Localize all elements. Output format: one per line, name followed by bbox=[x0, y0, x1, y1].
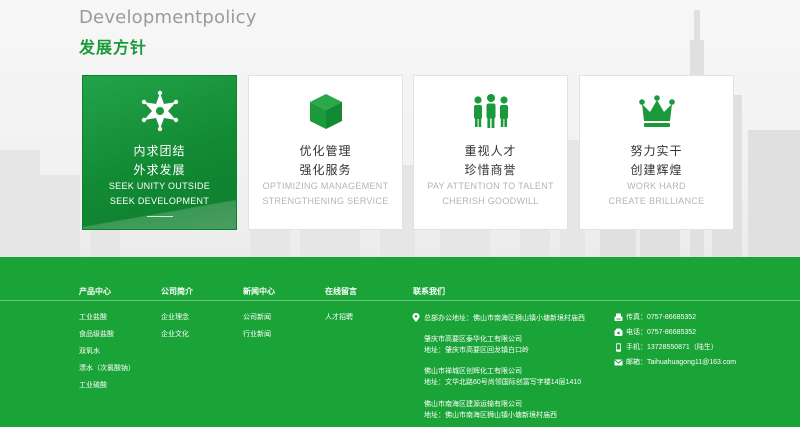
development-policy-section: Developmentpolicy 发展方针 内求团结 外求发展 SEEK UN… bbox=[0, 0, 800, 257]
phone-text: 电话：0757-86685352 bbox=[626, 329, 697, 336]
footer-link[interactable]: 企业文化 bbox=[161, 330, 189, 347]
cube-icon bbox=[310, 94, 342, 129]
card-underline bbox=[147, 216, 173, 217]
fax-text: 传真：0757-86685352 bbox=[626, 314, 697, 321]
contact-company-name: 肇庆市高要区泰华化工有限公司 bbox=[424, 336, 522, 343]
section-title-chinese: 发展方针 bbox=[79, 38, 148, 57]
card-subtitle-line1: SEEK UNITY OUTSIDE bbox=[108, 181, 211, 191]
contact-branch-transport: 佛山市南海区建源运输有限公司 地址：佛山市南海区狮山镇小塘新境村庙西 bbox=[424, 399, 557, 421]
footer-news-links: 公司新闻 行业新闻 bbox=[243, 313, 271, 347]
footer-link[interactable]: 双氧水 bbox=[79, 347, 135, 364]
card-title-line2: 珍惜商誉 bbox=[464, 163, 517, 177]
footer-link[interactable]: 漂水（次氯酸钠） bbox=[79, 364, 135, 381]
policy-card-hard-work[interactable]: 努力实干 创建辉煌 WORK HARD CREATE BRILLIANCE bbox=[579, 75, 734, 230]
card-subtitle-line2: SEEK DEVELOPMENT bbox=[109, 196, 210, 206]
contact-hq: 总部办公地址：佛山市南海区狮山镇小塘新境村庙西 bbox=[424, 313, 585, 324]
card-subtitle-line2: CREATE BRILLIANCE bbox=[608, 196, 705, 206]
footer-link[interactable]: 人才招聘 bbox=[325, 313, 353, 330]
mobile-text: 手机：13728550871（陆生） bbox=[626, 344, 718, 351]
email-text[interactable]: 邮箱：Taihuahuagong11@163.com bbox=[626, 358, 736, 368]
section-title-english: Developmentpolicy bbox=[79, 7, 257, 28]
phone-icon bbox=[614, 328, 623, 336]
footer-link[interactable]: 企业理念 bbox=[161, 313, 189, 330]
site-footer: 产品中心 公司简介 新闻中心 在线留言 联系我们 工业盐酸 食品级盐酸 双氧水 … bbox=[0, 257, 800, 427]
card-title-line2: 外求发展 bbox=[133, 163, 186, 177]
contact-address-line: 地址：文华北路60号尚领国际创富写字楼14层1410 bbox=[424, 379, 582, 386]
footer-link[interactable]: 公司新闻 bbox=[243, 313, 271, 330]
footer-heading-about[interactable]: 公司简介 bbox=[161, 286, 193, 297]
team-people-icon bbox=[474, 94, 508, 128]
card-subtitle-line2: STRENGTHENING SERVICE bbox=[262, 196, 389, 206]
card-title-line2: 强化服务 bbox=[299, 163, 352, 177]
contact-company-name: 佛山市南海区建源运输有限公司 bbox=[424, 401, 522, 408]
card-subtitle-line2: CHERISH GOODWILL bbox=[442, 196, 539, 206]
card-subtitle-line1: OPTIMIZING MANAGEMENT bbox=[262, 181, 389, 191]
footer-link[interactable]: 行业新闻 bbox=[243, 330, 271, 347]
fax-icon bbox=[614, 313, 623, 321]
policy-card-talent[interactable]: 重视人才 珍惜商誉 PAY ATTENTION TO TALENT CHERIS… bbox=[413, 75, 568, 230]
contact-company-name: 佛山市禅城区创辉化工有限公司 bbox=[424, 368, 522, 375]
footer-message-links: 人才招聘 bbox=[325, 313, 353, 330]
contact-address-line: 地址：佛山市南海区狮山镇小塘新境村庙西 bbox=[424, 412, 557, 419]
footer-heading-message[interactable]: 在线留言 bbox=[325, 286, 357, 297]
contact-branch-chancheng: 佛山市禅城区创辉化工有限公司 地址：文华北路60号尚领国际创富写字楼14层141… bbox=[424, 366, 581, 388]
footer-heading-news[interactable]: 新闻中心 bbox=[243, 286, 275, 297]
card-title-line1: 重视人才 bbox=[464, 144, 517, 158]
contact-address-line: 地址：肇庆市高要区回龙镇白口岭 bbox=[424, 347, 529, 354]
crown-icon bbox=[639, 95, 675, 127]
card-title-line2: 创建辉煌 bbox=[630, 163, 683, 177]
policy-card-unity[interactable]: 内求团结 外求发展 SEEK UNITY OUTSIDE SEEK DEVELO… bbox=[82, 75, 237, 230]
footer-link[interactable]: 食品级盐酸 bbox=[79, 330, 135, 347]
footer-heading-products[interactable]: 产品中心 bbox=[79, 286, 111, 297]
card-title-line1: 内求团结 bbox=[133, 144, 186, 158]
footer-products-links: 工业盐酸 食品级盐酸 双氧水 漂水（次氯酸钠） 工业硫酸 bbox=[79, 313, 135, 398]
mobile-icon bbox=[616, 343, 621, 352]
card-title-line1: 努力实干 bbox=[630, 144, 683, 158]
contact-branch-zhaoqing: 肇庆市高要区泰华化工有限公司 地址：肇庆市高要区回龙镇白口岭 bbox=[424, 334, 529, 356]
card-title-line1: 优化管理 bbox=[299, 144, 352, 158]
sheriff-star-icon bbox=[141, 90, 179, 132]
card-subtitle-line1: PAY ATTENTION TO TALENT bbox=[427, 181, 554, 191]
card-subtitle-line1: WORK HARD bbox=[627, 181, 686, 191]
contact-address-line: 总部办公地址：佛山市南海区狮山镇小塘新境村庙西 bbox=[424, 315, 585, 322]
footer-link[interactable]: 工业盐酸 bbox=[79, 313, 135, 330]
footer-about-links: 企业理念 企业文化 bbox=[161, 313, 189, 347]
footer-divider bbox=[0, 300, 800, 301]
footer-link[interactable]: 工业硫酸 bbox=[79, 381, 135, 398]
policy-card-management[interactable]: 优化管理 强化服务 OPTIMIZING MANAGEMENT STRENGTH… bbox=[248, 75, 403, 230]
footer-heading-contact[interactable]: 联系我们 bbox=[413, 286, 445, 297]
location-pin-icon bbox=[412, 313, 420, 322]
mail-icon bbox=[614, 359, 623, 366]
